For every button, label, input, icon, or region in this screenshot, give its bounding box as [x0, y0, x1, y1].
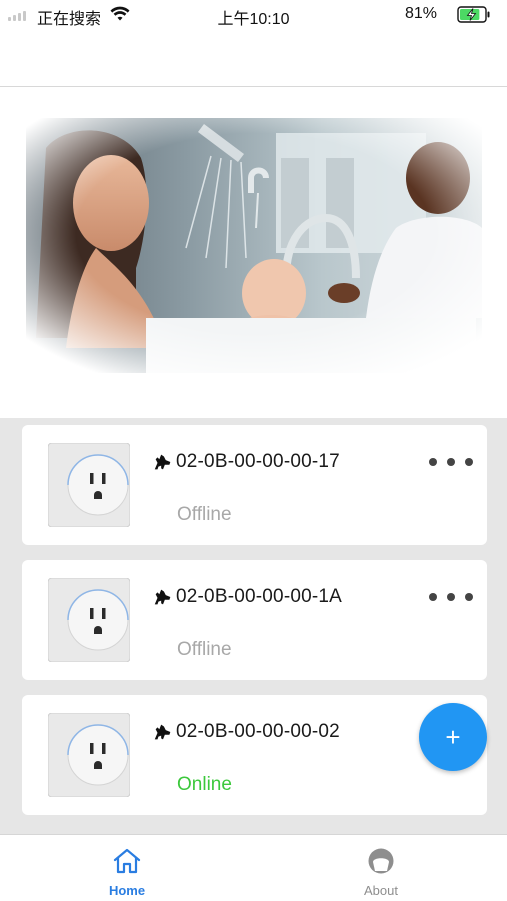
- dog-icon: [154, 454, 171, 470]
- device-status: Offline: [177, 639, 232, 660]
- device-name-row: 02-0B-00-00-00-02: [152, 721, 340, 743]
- tab-about[interactable]: About: [254, 835, 507, 901]
- smart-plug-icon: [48, 443, 130, 527]
- battery-charging-icon: [457, 6, 490, 23]
- device-name: 02-0B-00-00-00-17: [176, 451, 340, 472]
- status-bar: 正在搜索 上午10:10 81%: [0, 0, 507, 32]
- home-icon: [113, 848, 141, 874]
- navigation-bar: [0, 32, 507, 87]
- dog-icon: [154, 724, 171, 740]
- device-list: 02-0B-00-00-00-17 Offline 02-0B-00-00-00…: [0, 418, 507, 834]
- device-name-row: 02-0B-00-00-00-1A: [152, 586, 342, 608]
- tab-home[interactable]: Home: [0, 835, 254, 901]
- banner: [0, 88, 507, 418]
- more-options-button[interactable]: [429, 453, 473, 471]
- device-card[interactable]: 02-0B-00-00-00-1A Offline: [22, 560, 487, 680]
- device-name: 02-0B-00-00-00-1A: [176, 586, 343, 607]
- tab-about-label: About: [364, 883, 398, 898]
- tab-home-label: Home: [108, 883, 146, 898]
- smart-plug-icon: [48, 713, 130, 797]
- about-icon: [368, 848, 394, 874]
- water-banner-image: [26, 118, 482, 373]
- smart-plug-icon: [48, 578, 130, 662]
- device-status: Online: [177, 774, 232, 795]
- add-device-button[interactable]: +: [419, 703, 487, 771]
- dog-icon: [154, 589, 171, 605]
- device-card[interactable]: 02-0B-00-00-00-02 Online: [22, 695, 487, 815]
- more-options-button[interactable]: [429, 588, 473, 606]
- device-card[interactable]: 02-0B-00-00-00-17 Offline: [22, 425, 487, 545]
- device-name-row: 02-0B-00-00-00-17: [152, 451, 340, 473]
- battery-percent: 81%: [404, 5, 437, 22]
- device-name: 02-0B-00-00-00-02: [176, 721, 340, 742]
- tab-bar: Home About: [0, 834, 507, 901]
- device-status: Offline: [177, 504, 232, 525]
